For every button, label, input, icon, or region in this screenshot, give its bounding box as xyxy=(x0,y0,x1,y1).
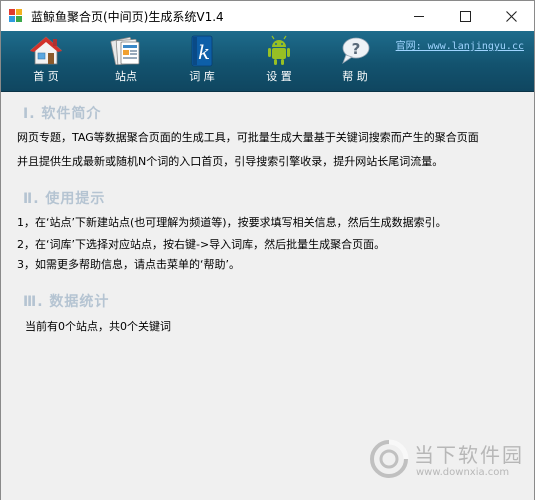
tips-line-3: 3，如需更多帮助信息，请点击菜单的‘帮助’。 xyxy=(17,258,240,271)
toolbar-keyword-library-label: 词 库 xyxy=(189,70,215,83)
toolbar-settings-button[interactable]: 设 置 xyxy=(251,35,307,89)
android-settings-icon xyxy=(262,35,296,67)
intro-line-1: 网页专题，TAG等数据聚合页面的生成工具，可批量生成大量基于关键词搜索而产生的聚… xyxy=(17,131,479,144)
toolbar-settings-label: 设 置 xyxy=(266,70,292,83)
keyword-library-icon: k xyxy=(185,35,219,67)
minimize-button[interactable] xyxy=(396,1,442,31)
content-area: Ⅰ. 软件简介 网页专题，TAG等数据聚合页面的生成工具，可批量生成大量基于关键… xyxy=(1,92,534,500)
app-logo-icon xyxy=(9,9,23,23)
toolbar-help-button[interactable]: ? 帮 助 xyxy=(327,35,383,89)
maximize-button[interactable] xyxy=(442,1,488,31)
main-toolbar: 首 页 站点 k 词 库 设 置 ? 帮 助 官网: www.lanjingyu… xyxy=(1,31,534,92)
watermark-brand: 当下软件园 xyxy=(414,443,524,467)
window-title: 蓝鲸鱼聚合页(中间页)生成系统V1.4 xyxy=(31,9,224,24)
watermark-url: www.downxia.com xyxy=(416,467,510,478)
section-intro-title: Ⅰ. 软件简介 xyxy=(23,106,102,122)
toolbar-home-button[interactable]: 首 页 xyxy=(18,35,74,89)
watermark-logo-icon xyxy=(370,439,409,478)
intro-line-2: 并且提供生成最新或随机N个词的入口首页，引导搜索引擎收录，提升网站长尾词流量。 xyxy=(17,155,444,168)
toolbar-home-label: 首 页 xyxy=(33,70,59,83)
section-stats-title: Ⅲ. 数据统计 xyxy=(23,294,110,310)
tips-line-2: 2，在‘词库’下选择对应站点，按右键->导入词库，然后批量生成聚合页面。 xyxy=(17,238,386,251)
tips-line-1: 1，在‘站点’下新建站点(也可理解为频道等)，按要求填写相关信息，然后生成数据索… xyxy=(17,216,447,229)
stats-summary: 当前有0个站点，共0个关键词 xyxy=(25,320,171,333)
sites-icon xyxy=(109,35,143,67)
home-icon xyxy=(29,35,63,67)
toolbar-keyword-library-button[interactable]: k 词 库 xyxy=(174,35,230,89)
toolbar-sites-label: 站点 xyxy=(115,70,137,83)
help-icon: ? xyxy=(338,35,372,67)
watermark: 当下软件园 www.downxia.com xyxy=(369,437,529,487)
svg-text:?: ? xyxy=(352,40,361,58)
toolbar-help-label: 帮 助 xyxy=(342,70,368,83)
close-button[interactable] xyxy=(488,1,534,31)
window-controls xyxy=(396,1,534,31)
app-window: 蓝鲸鱼聚合页(中间页)生成系统V1.4 首 页 站点 k 词 库 设 置 ? 帮… xyxy=(0,0,535,500)
official-site-link[interactable]: 官网: www.lanjingyu.cc xyxy=(396,37,524,52)
close-icon xyxy=(505,10,517,22)
section-tips-title: Ⅱ. 使用提示 xyxy=(23,191,106,207)
toolbar-sites-button[interactable]: 站点 xyxy=(98,35,154,89)
minimize-icon xyxy=(414,15,424,17)
svg-text:k: k xyxy=(198,40,210,64)
title-bar[interactable]: 蓝鲸鱼聚合页(中间页)生成系统V1.4 xyxy=(1,1,534,31)
maximize-icon xyxy=(459,10,471,22)
